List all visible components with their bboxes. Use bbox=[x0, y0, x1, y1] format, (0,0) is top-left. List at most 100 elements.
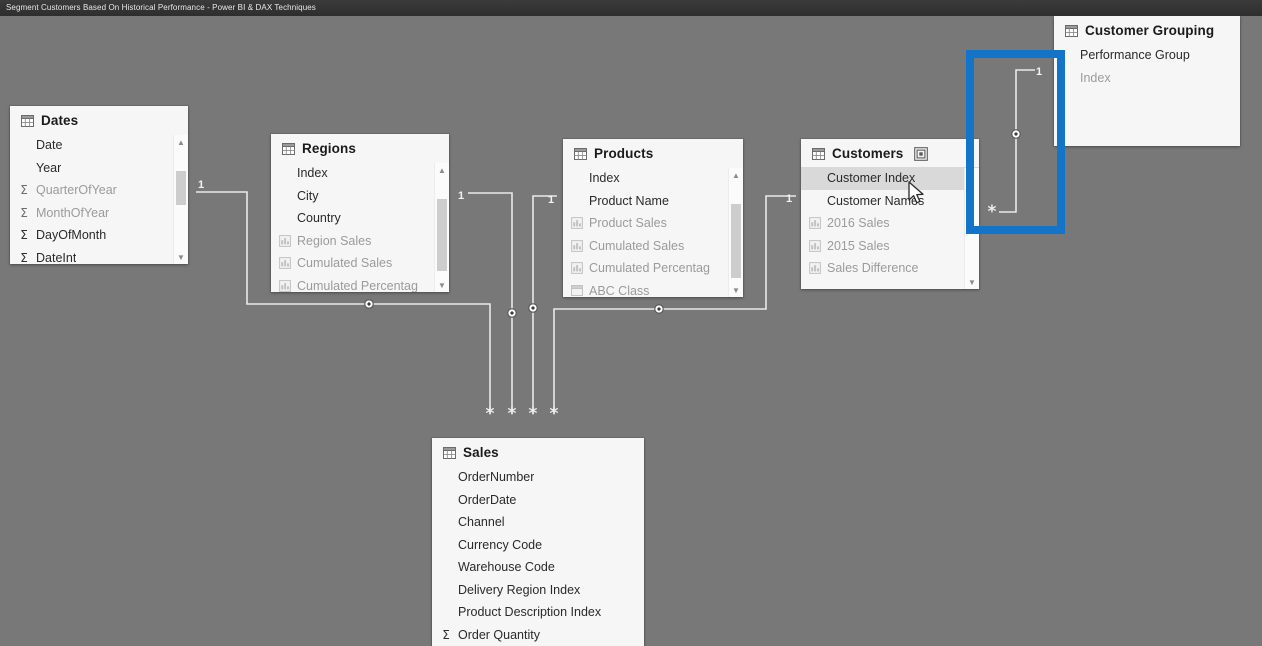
scroll-up-icon[interactable]: ▲ bbox=[174, 135, 188, 149]
field-label: Customer Index bbox=[827, 171, 916, 186]
field-row[interactable]: Σ DateInt bbox=[10, 247, 188, 264]
field-row[interactable]: Cumulated Sales bbox=[563, 235, 743, 258]
field-row[interactable]: Index bbox=[1054, 67, 1240, 90]
table-card-customers[interactable]: Customers Customer Index Customer Names 201… bbox=[801, 139, 979, 289]
nested-square-icon[interactable] bbox=[914, 146, 929, 161]
field-row[interactable]: Delivery Region Index bbox=[432, 579, 644, 602]
scrollbar-thumb[interactable] bbox=[176, 171, 186, 205]
field-icon bbox=[807, 239, 823, 252]
svg-text:1: 1 bbox=[1036, 66, 1042, 78]
field-row[interactable]: ABC Class bbox=[563, 280, 743, 297]
field-row[interactable]: Year bbox=[10, 157, 188, 180]
relationship-line-regions-sales bbox=[468, 192, 513, 414]
field-label: 2016 Sales bbox=[827, 216, 890, 231]
field-row[interactable]: Performance Group bbox=[1054, 44, 1240, 67]
table-scrollbar-products[interactable]: ▲ ▼ bbox=[728, 168, 743, 297]
field-label: 2015 Sales bbox=[827, 238, 890, 253]
field-row[interactable]: Σ QuarterOfYear bbox=[10, 179, 188, 202]
sigma-icon: Σ bbox=[20, 183, 28, 198]
table-grid-icon bbox=[574, 147, 587, 160]
field-label: Product Description Index bbox=[458, 605, 602, 620]
field-row[interactable]: Σ MonthOfYear bbox=[10, 202, 188, 225]
scroll-down-icon[interactable]: ▼ bbox=[174, 250, 188, 264]
table-header-customer-grouping[interactable]: Customer Grouping bbox=[1054, 16, 1240, 44]
field-row[interactable]: 2015 Sales bbox=[801, 235, 979, 258]
field-row[interactable]: Date bbox=[10, 134, 188, 157]
field-row[interactable]: Channel bbox=[432, 511, 644, 534]
table-scrollbar-dates[interactable]: ▲ ▼ bbox=[173, 135, 188, 264]
field-row[interactable]: Warehouse Code bbox=[432, 556, 644, 579]
scroll-up-icon[interactable]: ▲ bbox=[435, 163, 449, 177]
scroll-down-icon[interactable]: ▼ bbox=[729, 283, 743, 297]
svg-text:1: 1 bbox=[786, 193, 792, 205]
table-header-regions[interactable]: Regions bbox=[271, 134, 449, 162]
field-label: Cumulated Sales bbox=[297, 256, 393, 271]
model-diagram-canvas[interactable]: * * * * * 1 1 1 1 1 Dates Date Year Σ Quarte… bbox=[0, 16, 1262, 646]
svg-text:*: * bbox=[550, 404, 559, 424]
table-header-dates[interactable]: Dates bbox=[10, 106, 188, 134]
field-row[interactable]: OrderNumber bbox=[432, 466, 644, 489]
scrollbar-thumb[interactable] bbox=[437, 199, 447, 271]
field-label: Product Sales bbox=[589, 216, 667, 231]
scroll-down-icon[interactable]: ▼ bbox=[965, 275, 979, 289]
measure-icon bbox=[571, 239, 583, 252]
field-row[interactable]: Index bbox=[563, 167, 743, 190]
table-field-list-dates: Date Year Σ QuarterOfYear Σ MonthOfYear Σ DayOf… bbox=[10, 134, 188, 264]
field-row[interactable]: OrderDate bbox=[432, 489, 644, 512]
field-label: Sales Difference bbox=[827, 261, 919, 276]
field-row[interactable]: Cumulated Sales bbox=[271, 252, 449, 275]
field-label: Index bbox=[297, 166, 328, 181]
field-row[interactable]: Product Name bbox=[563, 190, 743, 213]
field-label: Currency Code bbox=[458, 537, 543, 552]
field-row[interactable]: Country bbox=[271, 207, 449, 230]
field-row[interactable]: Currency Code bbox=[432, 534, 644, 557]
table-title: Products bbox=[594, 146, 654, 161]
field-row[interactable]: Region Sales bbox=[271, 230, 449, 253]
field-row[interactable]: Product Description Index bbox=[432, 601, 644, 624]
field-row[interactable]: Σ Order Quantity bbox=[432, 624, 644, 646]
table-card-customer-grouping[interactable]: Customer Grouping Performance Group Index bbox=[1054, 16, 1240, 146]
field-label: City bbox=[297, 188, 319, 203]
table-scrollbar-customers[interactable]: ▲ ▼ bbox=[964, 168, 979, 289]
field-icon: Σ bbox=[16, 184, 32, 196]
field-row[interactable]: Index bbox=[271, 162, 449, 185]
field-icon bbox=[569, 285, 585, 297]
measure-icon bbox=[571, 217, 583, 230]
table-scrollbar-regions[interactable]: ▲ ▼ bbox=[434, 163, 449, 292]
table-grid-icon bbox=[282, 142, 295, 155]
scrollbar-thumb[interactable] bbox=[731, 204, 741, 278]
field-icon: Σ bbox=[16, 207, 32, 219]
field-row[interactable]: Sales Difference bbox=[801, 257, 979, 280]
scroll-down-icon[interactable]: ▼ bbox=[435, 278, 449, 292]
scroll-up-icon[interactable]: ▲ bbox=[729, 168, 743, 182]
field-row[interactable]: Σ DayOfMonth bbox=[10, 224, 188, 247]
field-row[interactable]: 2016 Sales bbox=[801, 212, 979, 235]
field-label: Index bbox=[1080, 70, 1111, 85]
field-row[interactable]: Customer Names bbox=[801, 190, 979, 213]
table-grid-icon bbox=[443, 446, 456, 459]
field-row[interactable]: City bbox=[271, 185, 449, 208]
svg-text:1: 1 bbox=[458, 190, 464, 202]
table-grid-icon bbox=[21, 114, 34, 127]
field-label: Cumulated Sales bbox=[589, 238, 685, 253]
field-icon bbox=[807, 217, 823, 230]
field-label: ABC Class bbox=[589, 283, 650, 297]
field-row[interactable]: Customer Index bbox=[801, 167, 979, 190]
relationship-line-grouping-customers bbox=[999, 69, 1035, 213]
field-icon: Σ bbox=[16, 229, 32, 241]
table-header-sales[interactable]: Sales bbox=[432, 438, 644, 466]
table-card-regions[interactable]: Regions Index City Country Region Sales Cumul… bbox=[271, 134, 449, 292]
field-row[interactable]: Cumulated Percentag bbox=[563, 257, 743, 280]
table-card-sales[interactable]: Sales OrderNumber OrderDate Channel Currency… bbox=[432, 438, 644, 646]
measure-icon bbox=[809, 262, 821, 275]
table-header-customers[interactable]: Customers bbox=[801, 139, 979, 167]
field-row[interactable]: Cumulated Percentag bbox=[271, 275, 449, 292]
nested-square-icon[interactable] bbox=[914, 146, 929, 161]
table-card-products[interactable]: Products Index Product Name Product Sales Cu… bbox=[563, 139, 743, 297]
table-header-products[interactable]: Products bbox=[563, 139, 743, 167]
table-field-list-regions: Index City Country Region Sales Cumulated Sa… bbox=[271, 162, 449, 292]
scroll-up-icon[interactable]: ▲ bbox=[965, 168, 979, 182]
field-row[interactable]: Product Sales bbox=[563, 212, 743, 235]
svg-text:*: * bbox=[486, 404, 495, 424]
table-card-dates[interactable]: Dates Date Year Σ QuarterOfYear Σ MonthOfYear Σ… bbox=[10, 106, 188, 264]
